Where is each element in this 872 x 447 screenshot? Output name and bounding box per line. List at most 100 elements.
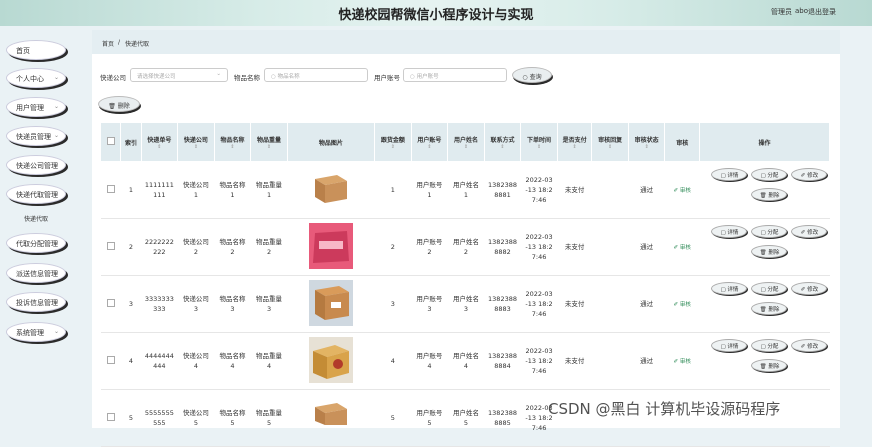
delete-button[interactable]: 🗑 删除 [751, 245, 788, 258]
company-select-placeholder: 请选择快递公司 [137, 74, 176, 80]
admin-name: abo [794, 7, 808, 15]
sidebar-item[interactable]: 快递员管理 ⌄ [6, 126, 66, 146]
col-fee[interactable]: 跟货金额 ⇕ [374, 122, 412, 162]
select-all-checkbox[interactable] [99, 122, 122, 162]
audit-link[interactable]: ✐ 审核 [674, 302, 691, 308]
delete-button[interactable]: 🗑 删除 [751, 359, 788, 372]
col-contact[interactable]: 联系方式 ⇕ [483, 122, 522, 162]
breadcrumb-home[interactable]: 首页 [102, 39, 114, 48]
cell-paid: 未支付 [557, 218, 592, 276]
assign-icon: ▢ [760, 230, 766, 236]
checkbox[interactable] [106, 412, 115, 421]
chevron-down-icon: ⌄ [216, 71, 221, 77]
checkbox[interactable] [106, 298, 115, 307]
goods-input[interactable]: ○ 物品名称 [264, 68, 368, 82]
detail-button[interactable]: ▢ 详情 [711, 168, 748, 181]
cell-num: 2222222 222 [141, 218, 178, 276]
cell-audit[interactable]: ✐ 审核 [664, 161, 700, 219]
edit-button[interactable]: ✐ 修改 [791, 168, 828, 181]
detail-icon: ▢ [720, 173, 726, 179]
sort-icon: ⇕ [193, 143, 199, 150]
row-checkbox-cell[interactable] [100, 332, 121, 390]
assign-button[interactable]: ▢ 分配 [751, 225, 788, 238]
goods-filter-label: 物品名称 [234, 74, 260, 82]
cell-status: 通过 [628, 218, 665, 276]
cell-name: 物品名称 2 [214, 218, 251, 276]
col-name[interactable]: 物品名称 ⇕ [213, 122, 252, 162]
edit-button[interactable]: ✐ 修改 [791, 282, 828, 295]
cell-reply [591, 161, 629, 219]
row-checkbox-cell[interactable] [100, 275, 121, 333]
col-paid[interactable]: 是否支付 ⇕ [556, 122, 593, 162]
sidebar-item[interactable]: 用户管理 ⌄ [6, 97, 66, 117]
cell-paid: 未支付 [557, 161, 592, 219]
detail-button[interactable]: ▢ 详情 [711, 225, 748, 238]
row-checkbox-cell[interactable] [100, 389, 121, 447]
sidebar-item[interactable]: 快递公司管理 ⌄ [6, 155, 66, 175]
col-time[interactable]: 下单时间 ⇕ [520, 122, 558, 162]
edit-button[interactable]: ✐ 修改 [791, 225, 828, 238]
detail-icon: ▢ [720, 287, 726, 293]
sidebar-item[interactable]: 系统管理 ⌄ [6, 322, 66, 342]
cell-audit[interactable]: ✐ 审核 [664, 275, 700, 333]
user-input-placeholder: 用户账号 [416, 74, 439, 80]
row-checkbox-cell[interactable] [100, 218, 121, 276]
sidebar-subitem[interactable]: 快递代取 [24, 214, 48, 223]
cell-company: 快递公司 5 [177, 389, 215, 447]
search-button[interactable]: ○ 查询 [512, 67, 552, 83]
checkbox[interactable] [106, 355, 115, 364]
audit-link[interactable]: ✐ 审核 [674, 188, 691, 194]
sidebar-item-label: 投诉信息管理 [16, 299, 58, 307]
col-num[interactable]: 快递单号 ⇕ [140, 122, 179, 162]
cell-num: 5555555 555 [141, 389, 178, 447]
col-company[interactable]: 快递公司 ⇕ [177, 122, 215, 162]
assign-button[interactable]: ▢ 分配 [751, 339, 788, 352]
assign-button[interactable]: ▢ 分配 [751, 282, 788, 295]
logout-link[interactable]: 退出登录 [808, 7, 836, 17]
company-select[interactable]: 请选择快递公司 ⌄ [130, 68, 228, 82]
sidebar-item-label: 系统管理 [16, 329, 44, 337]
sidebar-item[interactable]: 首页 [6, 40, 66, 60]
col-status[interactable]: 审核状态 ⇕ [627, 122, 666, 162]
detail-button[interactable]: ▢ 详情 [711, 339, 748, 352]
col-reply[interactable]: 审核回复 ⇕ [591, 122, 629, 162]
sidebar-item[interactable]: 个人中心 ⌄ [6, 68, 66, 88]
audit-link[interactable]: ✐ 审核 [674, 359, 691, 365]
row-checkbox-cell[interactable] [100, 161, 121, 219]
checkbox[interactable] [106, 137, 115, 145]
batch-delete-button[interactable]: 🗑 删除 [98, 96, 140, 112]
user-filter-label: 用户账号 [374, 74, 400, 82]
cell-paid: 未支付 [557, 275, 592, 333]
cell-num: 3333333 333 [141, 275, 178, 333]
sidebar: 首页个人中心 ⌄ 用户管理 ⌄ 快递员管理 ⌄ 快递公司管理 ⌄ 快递代取管理 ⌄ 代取分配管理 ⌄ 派… [0, 26, 86, 428]
user-input[interactable]: ○ 用户账号 [403, 68, 507, 82]
col-uname[interactable]: 用户姓名 ⇕ [447, 122, 485, 162]
checkbox[interactable] [106, 184, 115, 193]
cell-account: 用户账号 1 [411, 161, 448, 219]
sidebar-item[interactable]: 投诉信息管理 ⌄ [6, 292, 66, 312]
cell-time: 2022-03 -13 18:2 7:46 [520, 218, 558, 276]
audit-link[interactable]: ✐ 审核 [674, 245, 691, 251]
edit-icon: ✐ [800, 230, 806, 236]
cell-audit[interactable]: ✐ 审核 [664, 218, 700, 276]
cell-index: 2 [120, 218, 142, 276]
search-button-label: 查询 [529, 74, 542, 81]
trash-icon: 🗑 [759, 364, 767, 370]
cell-index: 3 [120, 275, 142, 333]
checkbox[interactable] [106, 241, 115, 250]
delete-button[interactable]: 🗑 删除 [751, 188, 788, 201]
sidebar-item[interactable]: 派送信息管理 ⌄ [6, 263, 66, 283]
assign-button[interactable]: ▢ 分配 [751, 168, 788, 181]
cell-name: 物品名称 4 [214, 332, 251, 390]
cell-fee: 5 [374, 389, 412, 447]
detail-button[interactable]: ▢ 详情 [711, 282, 748, 295]
delete-button[interactable]: 🗑 删除 [751, 302, 788, 315]
col-weight[interactable]: 物品重量 ⇕ [250, 122, 288, 162]
sidebar-item-label: 快递公司管理 [16, 162, 58, 170]
col-account[interactable]: 用户账号 ⇕ [410, 122, 449, 162]
table-row: 3 3333333 333 快递公司 3 物品名称 3 物品重量 3 3 用户账号 3 用户姓… [100, 275, 830, 333]
sidebar-item[interactable]: 代取分配管理 ⌄ [6, 233, 66, 253]
cell-audit[interactable]: ✐ 审核 [664, 332, 700, 390]
sidebar-item[interactable]: 快递代取管理 ⌄ [6, 184, 66, 204]
edit-button[interactable]: ✐ 修改 [791, 339, 828, 352]
